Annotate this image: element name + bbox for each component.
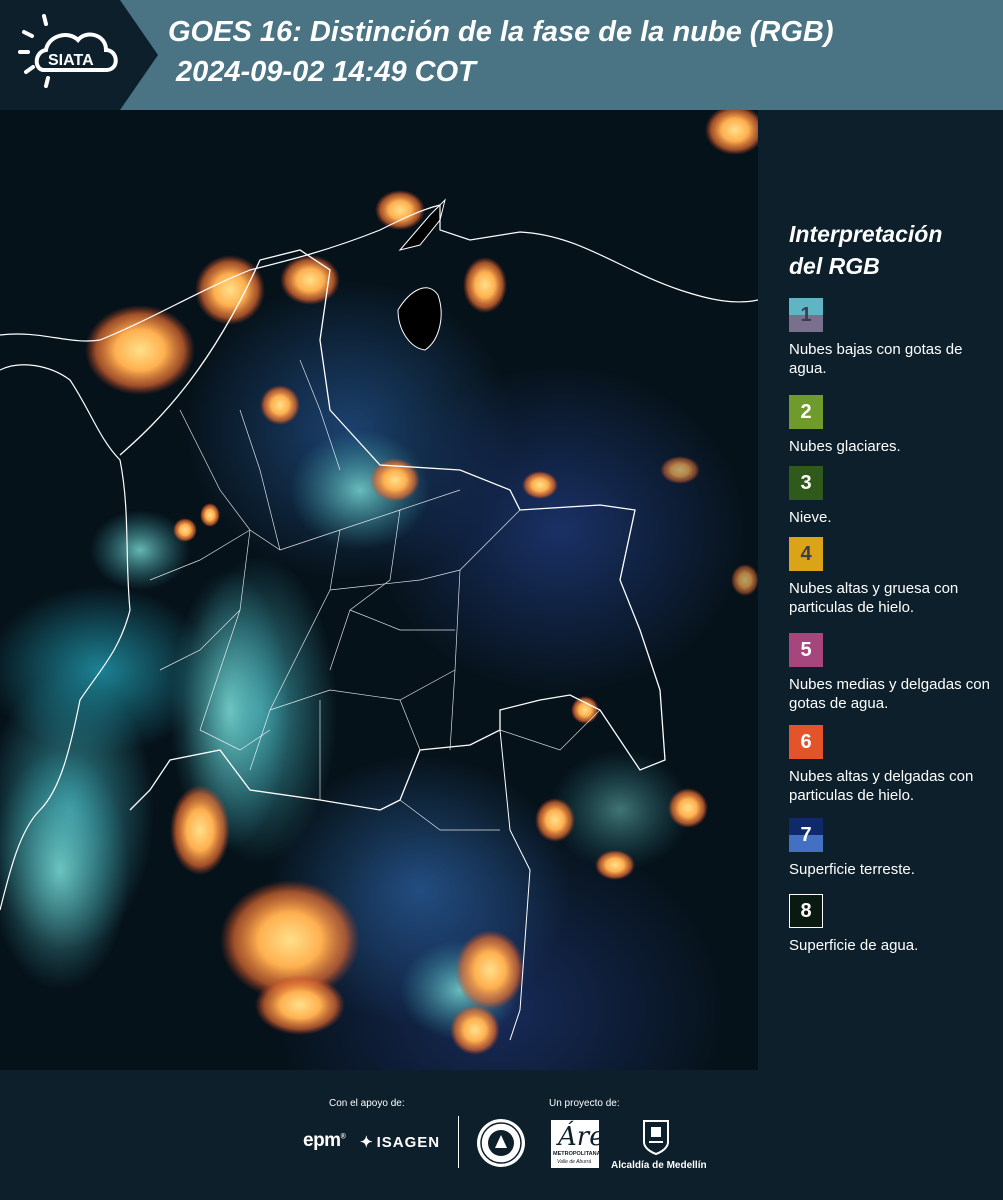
support-label: Con el apoyo de: (329, 1098, 405, 1109)
legend-title: Interpretación del RGB (789, 218, 989, 282)
legend-item-8: 8 Superficie de agua. (789, 894, 999, 955)
legend-swatch-7: 7 (789, 818, 823, 852)
legend-number-8: 8 (800, 900, 812, 922)
legend-swatch-4: 4 (789, 537, 823, 571)
legend-number-7: 7 (800, 824, 812, 846)
legend-number-1: 1 (800, 304, 812, 326)
legend-number-6: 6 (800, 731, 812, 753)
legend-label-2: Nubes glaciares. (789, 438, 901, 455)
header: SIATA GOES 16: Distinción de la fase de … (0, 0, 1003, 110)
legend-item-1: 1 Nubes bajas con gotas de agua. (789, 298, 999, 378)
legend-item-6: 6 Nubes altas y delgadas con particulas … (789, 725, 999, 805)
legend-swatch-2: 2 (789, 395, 823, 429)
legend-item-3: 3 Nieve. (789, 466, 999, 527)
legend-number-2: 2 (800, 401, 812, 423)
isagen-mark-icon: ✦ (360, 1134, 374, 1151)
legend-swatch-3: 3 (789, 466, 823, 500)
siata-logo-text: SIATA (48, 52, 94, 69)
isagen-logo: ✦ ISAGEN (360, 1134, 441, 1151)
legend-title-line2: del RGB (789, 253, 880, 279)
project-label: Un proyecto de: (549, 1098, 620, 1109)
legend-item-2: 2 Nubes glaciares. (789, 395, 999, 456)
legend-label-8: Superficie de agua. (789, 937, 919, 954)
legend-number-3: 3 (800, 472, 812, 494)
convective-clouds (85, 110, 758, 1055)
legend-label-5: Nubes medias y delgadas con gotas de agu… (789, 676, 990, 712)
legend-number-4: 4 (800, 543, 812, 565)
legend-label-7: Superficie terreste. (789, 861, 915, 878)
satellite-image (0, 110, 758, 1055)
siata-logo: SIATA (18, 14, 118, 88)
footer-divider (458, 1116, 459, 1168)
alcaldia-medellin-logo: Alcaldía de Medellín (611, 1160, 707, 1171)
epm-logo: epm® (303, 1130, 346, 1151)
footer: Con el apoyo de: Un proyecto de: epm® ✦ I… (0, 1070, 1003, 1200)
legend-label-6: Nubes altas y delgadas con particulas de… (789, 768, 974, 804)
university-seal-icon (477, 1119, 525, 1167)
legend-swatch-5: 5 (789, 633, 823, 667)
medellin-shield-icon (643, 1120, 669, 1156)
legend-swatch-8: 8 (789, 894, 823, 928)
legend-item-7: 7 Superficie terreste. (789, 818, 999, 879)
timestamp: 2024-09-02 14:49 COT (176, 56, 476, 88)
legend-label-1: Nubes bajas con gotas de agua. (789, 341, 963, 377)
legend-item-5: 5 Nubes medias y delgadas con gotas de a… (789, 633, 999, 713)
page-title: GOES 16: Distinción de la fase de la nub… (168, 16, 834, 48)
area-metropolitana-logo: Área METROPOLITANA Valle de Aburrá (551, 1120, 620, 1168)
legend-swatch-1: 1 (789, 298, 823, 332)
legend-number-5: 5 (800, 639, 812, 661)
satellite-map (0, 110, 758, 1070)
legend-item-4: 4 Nubes altas y gruesa con particulas de… (789, 537, 999, 617)
legend-swatch-6: 6 (789, 725, 823, 759)
title-band-arrow (120, 0, 158, 110)
legend-label-3: Nieve. (789, 509, 832, 526)
legend-label-4: Nubes altas y gruesa con particulas de h… (789, 580, 959, 616)
legend-title-line1: Interpretación (789, 221, 943, 247)
lake-maracaibo (397, 287, 442, 351)
